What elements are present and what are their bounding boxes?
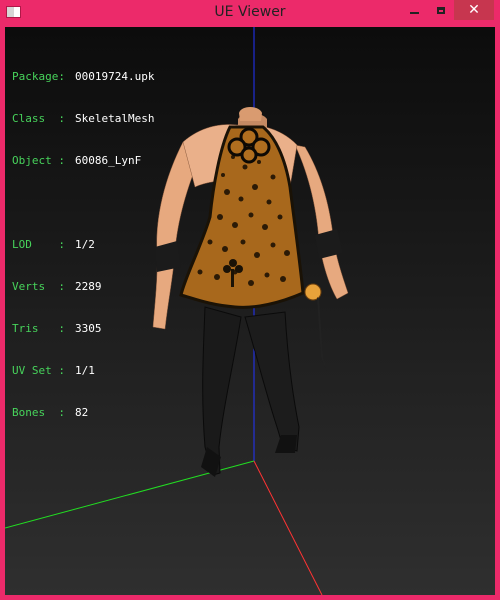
verts-value: 2289 bbox=[75, 280, 102, 293]
close-button[interactable]: ✕ bbox=[454, 0, 494, 20]
title-bar[interactable]: UE Viewer ✕ bbox=[0, 0, 500, 27]
object-value: 60086_LynF bbox=[75, 154, 142, 167]
3d-viewport[interactable]: Package: 00019724.upk Class : SkeletalMesh… bbox=[5, 27, 495, 595]
uvset-value: 1/1 bbox=[75, 364, 95, 377]
maximize-icon bbox=[437, 6, 445, 14]
character-model bbox=[152, 107, 349, 477]
bones-label: Bones : bbox=[12, 406, 65, 419]
minimize-button[interactable] bbox=[400, 0, 428, 20]
package-value: 00019724.upk bbox=[75, 70, 155, 83]
package-label: Package: bbox=[12, 70, 65, 83]
lod-label: LOD : bbox=[12, 238, 65, 251]
tris-label: Tris : bbox=[12, 322, 65, 335]
maximize-button[interactable] bbox=[428, 0, 454, 20]
tris-value: 3305 bbox=[75, 322, 102, 335]
mesh-info-panel: Package: 00019724.upk Class : SkeletalMesh… bbox=[12, 42, 154, 448]
x-axis-line bbox=[253, 460, 323, 595]
verts-label: Verts : bbox=[12, 280, 65, 293]
class-value: SkeletalMesh bbox=[75, 112, 155, 125]
object-label: Object : bbox=[12, 154, 65, 167]
lod-value: 1/2 bbox=[75, 238, 95, 251]
uvset-label: UV Set : bbox=[12, 364, 65, 377]
bones-value: 82 bbox=[75, 406, 89, 419]
close-icon: ✕ bbox=[468, 2, 480, 18]
minimize-icon bbox=[409, 12, 419, 14]
viewer-window: UE Viewer ✕ Package: 00019724.upk Class … bbox=[0, 0, 500, 600]
class-label: Class : bbox=[12, 112, 65, 125]
